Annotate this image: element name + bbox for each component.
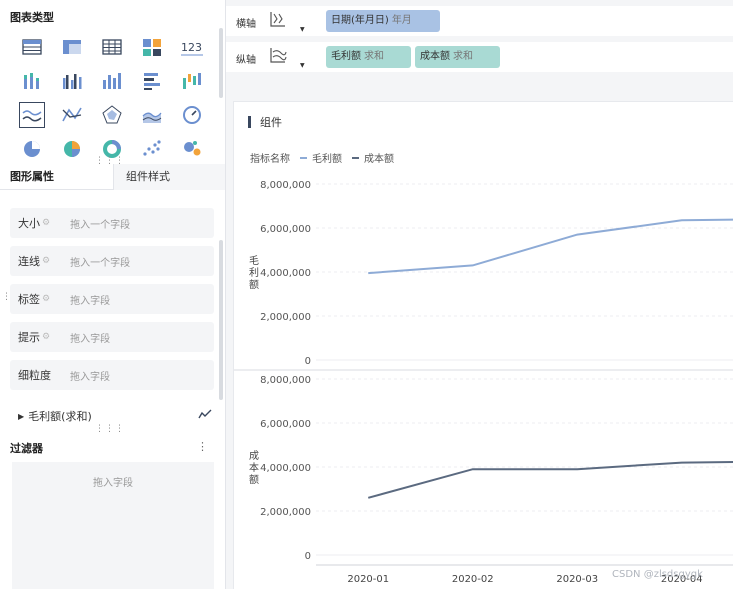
resize-handle-bottom[interactable]: ⋮⋮⋮ [95,424,125,434]
property-field-placeholder: 拖入一个字段 [70,257,131,269]
radar-icon[interactable] [92,98,132,132]
tab-component-style[interactable]: 组件样式 [113,164,225,190]
y-tick-label: 2,000,000 [260,312,311,323]
x-tick-label: 2020-03 [556,574,598,585]
axis-field-pill[interactable]: 日期(年月日) 年月 [326,10,440,32]
chart-plot: 8,000,0006,000,0004,000,0002,000,0000毛利额… [234,180,733,585]
property-field-row[interactable]: 提示 ⚙ 拖入字段 [10,322,214,352]
x-axis-sort-icon[interactable] [268,10,288,31]
y-tick-label: 4,000,000 [260,268,311,279]
gear-icon[interactable]: ⚙ [42,218,50,228]
property-field-label: 连线 [18,255,40,268]
tab-bar: 图形属性 组件样式 [0,164,226,190]
left-panel: 图表类型 123 ⋮⋮⋮ 图形属性 组件样式 大小 ⚙ 拖入一个字段 连线 ⚙ 拖入一个字… [0,0,226,589]
side-resize-handle[interactable]: ⋮ [2,292,11,302]
property-field-label: 细粒度 [18,369,51,382]
filter-placeholder: 拖入字段 [93,478,133,489]
bubble-icon[interactable] [172,132,212,166]
x-tick-label: 2020-02 [452,574,494,585]
axis-field-pill[interactable]: 毛利额 求和 [326,46,411,68]
scatter-icon[interactable] [132,132,172,166]
y-tick-label: 2,000,000 [260,507,311,518]
gear-icon[interactable]: ⚙ [42,256,50,266]
svg-text:123: 123 [181,41,202,54]
watermark: CSDN @zlsdsgygk [612,569,703,580]
detail-table-icon[interactable] [92,30,132,64]
table-icon[interactable] [12,30,52,64]
y-axis-title-char: 毛 [249,255,259,267]
measure-item[interactable]: ▶ 毛利额(求和) [18,408,214,424]
property-field-placeholder: 拖入字段 [70,295,111,307]
pill-field-name: 日期(年月日) [331,15,389,26]
x-axis-bar: 横轴 ▼ 日期(年月日) 年月 [226,6,733,36]
horizontal-bar-icon[interactable] [132,64,172,98]
pivot-table-icon[interactable] [52,30,92,64]
y-axis-title-char: 本 [249,461,259,474]
gauge-icon[interactable] [172,98,212,132]
trend-line-icon [198,408,212,423]
y-tick-label: 6,000,000 [260,419,311,430]
y-axis-title-char: 额 [249,278,259,291]
properties-scrollbar[interactable] [219,240,223,400]
x-axis-dropdown-icon[interactable]: ▼ [300,26,305,33]
filter-header: 过滤器 ⋮ [10,440,214,456]
gear-icon[interactable]: ⚙ [42,294,50,304]
waterfall-icon[interactable] [172,64,212,98]
gear-icon[interactable]: ⚙ [42,332,50,342]
pill-aggregation: 年月 [391,15,412,26]
y-axis-title-char: 利 [249,267,259,279]
chart-types-scrollbar[interactable] [219,28,223,98]
y-tick-label: 0 [305,356,311,367]
card-grid-icon[interactable] [132,30,172,64]
pie-icon[interactable] [12,132,52,166]
tab-shape-properties[interactable]: 图形属性 [10,164,54,190]
y-axis-sort-icon[interactable] [268,46,288,67]
x-tick-label: 2020-01 [347,574,389,585]
expand-caret-icon[interactable]: ▶ [18,412,24,421]
y-tick-label: 8,000,000 [260,180,311,191]
property-field-row[interactable]: 标签 ⚙ 拖入字段 [10,284,214,314]
pill-aggregation: 求和 [453,51,473,62]
property-field-row[interactable]: 大小 ⚙ 拖入一个字段 [10,208,214,238]
chart-component: 组件 指标名称 毛利额 成本额 8,000,000 6,000,000 4,000,… [233,101,733,589]
y-tick-label: 4,000,000 [260,463,311,474]
pill-aggregation: 求和 [364,51,384,62]
axis-field-pill[interactable]: 成本额 求和 [415,46,500,68]
property-field-placeholder: 拖入字段 [70,371,110,383]
kpi-number-icon[interactable]: 123 [172,30,212,64]
y-axis-bar: 纵轴 ▼ 毛利额 求和 成本额 求和 [226,42,733,72]
y-axis-title-char: 额 [249,473,259,486]
measure-item-label: 毛利额(求和) [28,410,92,423]
property-field-row[interactable]: 细粒度 拖入字段 [10,360,214,390]
filter-more-icon[interactable]: ⋮ [197,440,208,453]
filter-title: 过滤器 [10,442,43,455]
grouped-column-icon[interactable] [52,64,92,98]
y-tick-label: 0 [305,551,311,562]
y-axis-label: 纵轴 [236,55,256,66]
column-icon[interactable] [92,64,132,98]
filter-drop-zone[interactable]: 拖入字段 [12,462,214,589]
area-icon[interactable] [132,98,172,132]
property-field-label: 提示 [18,331,40,344]
y-axis-title-char: 成 [249,450,259,462]
property-field-label: 标签 [18,293,40,306]
property-field-placeholder: 拖入字段 [70,333,111,345]
chart-types-title: 图表类型 [10,11,54,24]
line-icon[interactable] [52,98,92,132]
y-tick-label: 8,000,000 [260,375,311,386]
pill-field-name: 成本额 [420,51,450,62]
y-tick-label: 6,000,000 [260,224,311,235]
property-field-label: 大小 [18,217,40,230]
multi-line-icon[interactable] [12,98,52,132]
donut-pie-icon[interactable] [52,132,92,166]
x-axis-label: 横轴 [236,19,256,30]
stacked-column-icon[interactable] [12,64,52,98]
chart-type-grid: 123 [12,30,212,166]
y-axis-dropdown-icon[interactable]: ▼ [300,62,305,69]
property-field-placeholder: 拖入一个字段 [70,219,131,231]
property-field-row[interactable]: 连线 ⚙ 拖入一个字段 [10,246,214,276]
pill-field-name: 毛利额 [331,51,361,62]
